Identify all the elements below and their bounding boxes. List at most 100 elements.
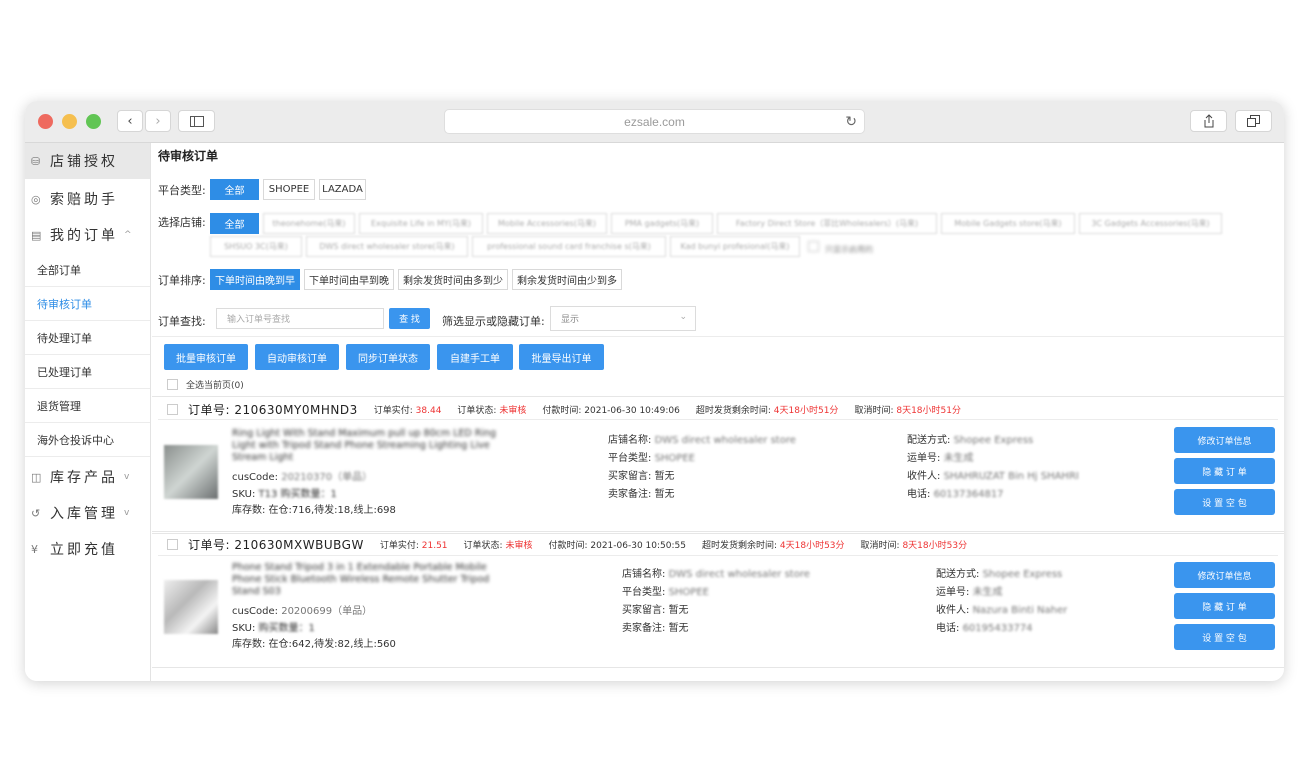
- phone: 电话: 60195433774: [936, 623, 1033, 634]
- store-name: 店铺名称: DWS direct wholesaler store: [622, 569, 810, 580]
- store-chip[interactable]: Factory Direct Store（菲比Wholesalers）(马来): [717, 213, 937, 234]
- sidebar-item-inbound[interactable]: ↺ 入库管理 v: [25, 495, 150, 531]
- order-card: 订单号: 210630MY0MHND3 订单实付: 38.44 订单状态: 未审…: [152, 396, 1284, 532]
- order-header: 订单号: 210630MXWBUBGW 订单实付: 21.51 订单状态: 未审…: [167, 535, 983, 553]
- create-manual-order-button[interactable]: 自建手工单: [437, 344, 513, 370]
- zoom-window-button[interactable]: [86, 114, 101, 129]
- store-icon: ⛁: [31, 154, 41, 168]
- sidebar-item-recharge[interactable]: ¥ 立即充值: [25, 531, 150, 567]
- sidebar-toggle-button[interactable]: [178, 110, 215, 132]
- sidebar-item-inventory[interactable]: ◫ 库存产品 v: [25, 459, 150, 495]
- sidebar-sub-pending-review[interactable]: 待审核订单: [25, 287, 150, 321]
- sort-chip-newest[interactable]: 下单时间由晚到早: [210, 269, 300, 290]
- store-name: 店铺名称: DWS direct wholesaler store: [608, 435, 796, 446]
- order-pay-time: 付款时间: 2021-06-30 10:49:06: [542, 405, 680, 416]
- store-chip[interactable]: theonehome(马来): [263, 213, 355, 234]
- order-paid: 订单实付: 38.44: [373, 405, 442, 416]
- order-card: 订单号: 210630MXWBUBGW 订单实付: 21.51 订单状态: 未审…: [152, 533, 1284, 668]
- minimize-window-button[interactable]: [62, 114, 77, 129]
- store-chip[interactable]: Mobile Accessories(马来): [487, 213, 607, 234]
- store-chip[interactable]: Kad bunyi profesional(马来): [670, 236, 800, 257]
- orders-icon: ▤: [31, 228, 42, 242]
- platform-chip-all[interactable]: 全部: [210, 179, 259, 200]
- auto-review-button[interactable]: 自动审核订单: [255, 344, 339, 370]
- yen-icon: ¥: [31, 542, 38, 556]
- sidebar-item-my-orders[interactable]: ▤ 我的订单 ^: [25, 217, 150, 253]
- select-all-checkbox[interactable]: [167, 379, 178, 390]
- sidebar-item-label: 店铺授权: [50, 154, 118, 170]
- store-chip-all[interactable]: 全部: [210, 213, 259, 234]
- hide-order-button[interactable]: 隐 藏 订 单: [1174, 458, 1275, 484]
- store-chip[interactable]: professional sound card franchise s(马来): [472, 236, 666, 257]
- ship-method: 配送方式: Shopee Express: [907, 435, 1034, 446]
- address-bar[interactable]: ezsale.com ↻: [444, 109, 865, 134]
- forward-button[interactable]: ›: [145, 110, 171, 132]
- buyer-message: 买家留言: 暂无: [608, 471, 675, 482]
- batch-review-button[interactable]: 批量审核订单: [164, 344, 248, 370]
- filter-label: 筛选显示或隐藏订单:: [442, 315, 545, 328]
- sidebar-sub-processed[interactable]: 已处理订单: [25, 355, 150, 389]
- search-input[interactable]: 输入订单号查找: [216, 308, 384, 329]
- order-number: 订单号: 210630MY0MHND3: [188, 402, 358, 417]
- chevron-down-icon: ⌄: [679, 312, 687, 322]
- sidebar-item-store-auth[interactable]: ⛁ 店铺授权: [25, 143, 150, 179]
- order-checkbox[interactable]: [167, 538, 178, 550]
- enabled-only-label: 只显示启用的: [825, 245, 873, 254]
- platform-type: 平台类型: SHOPEE: [608, 453, 695, 464]
- close-window-button[interactable]: [38, 114, 53, 129]
- sort-chip-remaining-desc[interactable]: 剩余发货时间由多到少: [398, 269, 508, 290]
- reload-icon[interactable]: ↻: [845, 113, 857, 130]
- set-empty-package-button[interactable]: 设 置 空 包: [1174, 624, 1275, 650]
- edit-order-button[interactable]: 修改订单信息: [1174, 427, 1275, 453]
- page-content: ⛁ 店铺授权 ◎ 索赔助手 ▤ 我的订单 ^ 全部订单 待审核订单 待处理订单 已处理订…: [25, 143, 1284, 681]
- enabled-only-toggle[interactable]: 只显示启用的: [808, 241, 873, 255]
- sort-chip-oldest[interactable]: 下单时间由早到晚: [304, 269, 394, 290]
- tabs-button[interactable]: [1235, 110, 1272, 132]
- hide-order-button[interactable]: 隐 藏 订 单: [1174, 593, 1275, 619]
- product-title[interactable]: Ring Light With Stand Maximum pull up 80…: [232, 428, 502, 464]
- sidebar-icon: [189, 115, 204, 127]
- filter-select[interactable]: 显示 ⌄: [550, 306, 696, 331]
- search-label: 订单查找:: [158, 315, 206, 328]
- sidebar-sub-returns[interactable]: 退货管理: [25, 389, 150, 423]
- store-chip[interactable]: SHSUO 3C(马来): [210, 236, 302, 257]
- edit-order-button[interactable]: 修改订单信息: [1174, 562, 1275, 588]
- sidebar-item-claims[interactable]: ◎ 索赔助手: [25, 181, 150, 217]
- product-image[interactable]: [164, 445, 218, 499]
- back-icon: ‹: [127, 113, 133, 129]
- order-pay-time: 付款时间: 2021-06-30 10:50:55: [548, 540, 686, 551]
- set-empty-package-button[interactable]: 设 置 空 包: [1174, 489, 1275, 515]
- back-button[interactable]: ‹: [117, 110, 143, 132]
- order-checkbox[interactable]: [167, 403, 178, 415]
- sort-chip-remaining-asc[interactable]: 剩余发货时间由少到多: [512, 269, 622, 290]
- chevron-down-icon: v: [124, 508, 130, 518]
- select-all-label: 全选当前页(0): [186, 381, 244, 391]
- enabled-only-checkbox[interactable]: [808, 241, 819, 252]
- chevron-down-icon: v: [124, 472, 130, 482]
- sync-status-button[interactable]: 同步订单状态: [346, 344, 430, 370]
- receiver: 收件人: Nazura Binti Naher: [936, 605, 1068, 616]
- platform-chip-lazada[interactable]: LAZADA: [319, 179, 366, 200]
- product-title[interactable]: Phone Stand Tripod 3 in 1 Extendable Por…: [232, 562, 502, 598]
- forward-icon: ›: [155, 113, 161, 129]
- search-button[interactable]: 查 找: [389, 308, 430, 329]
- select-all-row[interactable]: 全选当前页(0): [167, 378, 244, 391]
- platform-label: 平台类型:: [158, 184, 206, 197]
- browser-window: ‹ › ezsale.com ↻ ⛁ 店铺授权 ◎ 索赔助手 ▤ 我的订单 ^ 全部订单…: [25, 101, 1284, 681]
- store-chip[interactable]: Exquisite Life in MY(马来): [359, 213, 483, 234]
- batch-export-button[interactable]: 批量导出订单: [519, 344, 604, 370]
- store-chip[interactable]: DWS direct wholesaler store(马来): [306, 236, 468, 257]
- sidebar-item-label: 立即充值: [50, 542, 118, 558]
- platform-chip-shopee[interactable]: SHOPEE: [263, 179, 315, 200]
- store-chip[interactable]: 3C Gadgets Accessories(马来): [1079, 213, 1222, 234]
- sidebar-sub-to-process[interactable]: 待处理订单: [25, 321, 150, 355]
- store-chip[interactable]: PMA gadgets(马来): [611, 213, 713, 234]
- sidebar-sub-overseas-complaints[interactable]: 海外仓投诉中心: [25, 423, 150, 457]
- sidebar-item-label: 我的订单: [50, 228, 118, 244]
- share-button[interactable]: [1190, 110, 1227, 132]
- store-chip[interactable]: Mobile Gadgets store(马来): [941, 213, 1075, 234]
- title-bar: ‹ › ezsale.com ↻: [25, 101, 1284, 143]
- sidebar-sub-all-orders[interactable]: 全部订单: [25, 253, 150, 287]
- product-image[interactable]: [164, 580, 218, 634]
- filter-value: 显示: [561, 315, 580, 325]
